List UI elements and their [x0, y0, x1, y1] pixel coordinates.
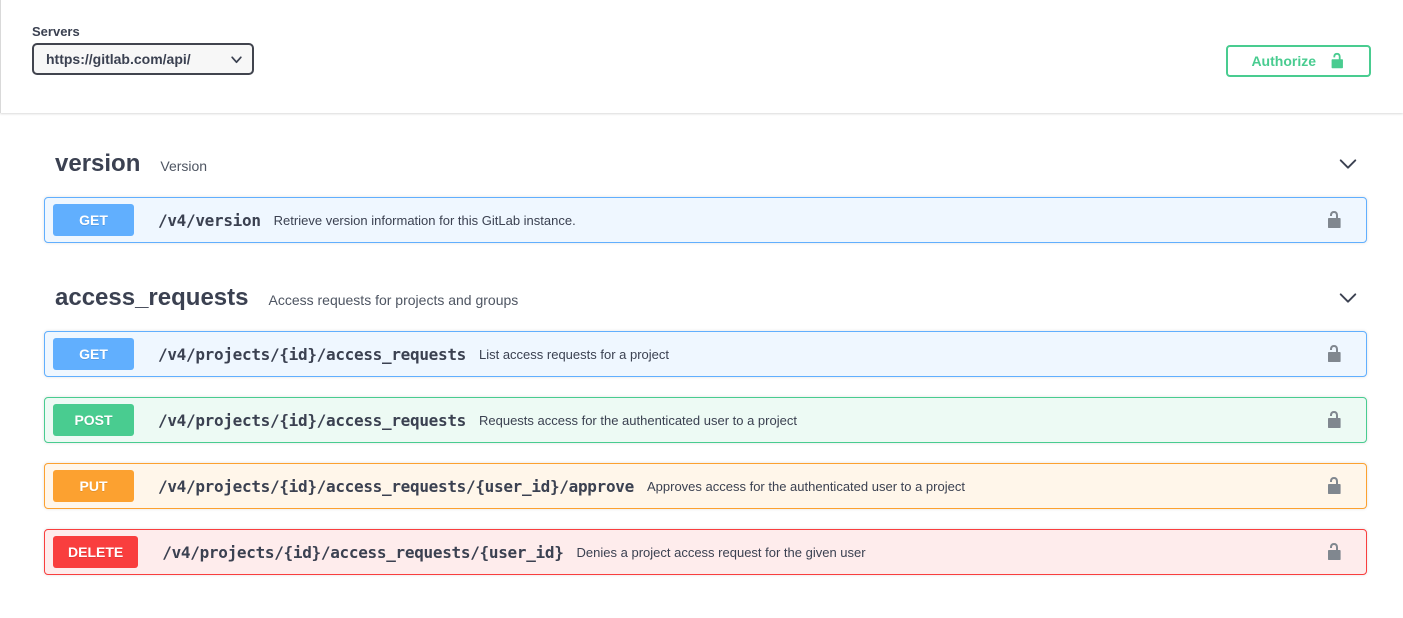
servers-block: Servers https://gitlab.com/api/ [32, 24, 254, 75]
section-expand-button[interactable] [1335, 151, 1361, 177]
operation-summary[interactable]: Requests access for the authenticated us… [479, 413, 797, 428]
operation-summary[interactable]: Approves access for the authenticated us… [647, 479, 965, 494]
servers-select-wrap: https://gitlab.com/api/ [32, 43, 254, 75]
operation-summary[interactable]: List access requests for a project [479, 347, 669, 362]
operation-row[interactable]: GET /v4/projects/{id}/access_requests Li… [44, 331, 1367, 377]
operation-auth-button[interactable] [1322, 474, 1346, 498]
operation-row[interactable]: PUT /v4/projects/{id}/access_requests/{u… [44, 463, 1367, 509]
operation-summary[interactable]: Retrieve version information for this Gi… [274, 213, 576, 228]
unlocked-padlock-icon [1328, 52, 1346, 70]
unlocked-padlock-icon [1324, 210, 1344, 230]
api-section: access_requests Access requests for proj… [44, 263, 1367, 575]
operation-row[interactable]: DELETE /v4/projects/{id}/access_requests… [44, 529, 1367, 575]
authorize-button-label: Authorize [1251, 53, 1316, 69]
section-operations: GET /v4/projects/{id}/access_requests Li… [44, 331, 1367, 575]
section-operations: GET /v4/version Retrieve version informa… [44, 197, 1367, 243]
method-badge[interactable]: POST [53, 404, 134, 436]
operation-auth-button[interactable] [1322, 342, 1346, 366]
operation-path[interactable]: /v4/projects/{id}/access_requests/{user_… [158, 477, 634, 496]
section-title: version [55, 150, 140, 178]
chevron-down-icon [1337, 287, 1359, 309]
method-badge[interactable]: GET [53, 338, 134, 370]
servers-label: Servers [32, 24, 254, 39]
operation-path[interactable]: /v4/projects/{id}/access_requests/{user_… [162, 543, 563, 562]
section-header[interactable]: access_requests Access requests for proj… [44, 263, 1367, 331]
api-section: version Version GET /v4/version Retrieve… [44, 129, 1367, 243]
operation-path[interactable]: /v4/projects/{id}/access_requests [158, 345, 466, 364]
unlocked-padlock-icon [1324, 476, 1344, 496]
chevron-down-icon [1337, 153, 1359, 175]
operation-path[interactable]: /v4/projects/{id}/access_requests [158, 411, 466, 430]
operation-row[interactable]: POST /v4/projects/{id}/access_requests R… [44, 397, 1367, 443]
operation-row[interactable]: GET /v4/version Retrieve version informa… [44, 197, 1367, 243]
authorize-button[interactable]: Authorize [1226, 45, 1371, 77]
operation-summary[interactable]: Denies a project access request for the … [577, 545, 866, 560]
section-description: Access requests for projects and groups [268, 289, 518, 308]
unlocked-padlock-icon [1324, 542, 1344, 562]
unlocked-padlock-icon [1324, 410, 1344, 430]
operation-auth-button[interactable] [1322, 208, 1346, 232]
method-badge[interactable]: GET [53, 204, 134, 236]
api-sections: version Version GET /v4/version Retrieve… [0, 113, 1403, 575]
section-title: access_requests [55, 284, 248, 312]
method-badge[interactable]: PUT [53, 470, 134, 502]
section-description: Version [160, 155, 207, 174]
operation-auth-button[interactable] [1322, 408, 1346, 432]
servers-select[interactable]: https://gitlab.com/api/ [32, 43, 254, 75]
section-expand-button[interactable] [1335, 285, 1361, 311]
method-badge[interactable]: DELETE [53, 536, 138, 568]
scheme-container: Servers https://gitlab.com/api/ Authoriz… [0, 0, 1403, 113]
unlocked-padlock-icon [1324, 344, 1344, 364]
operation-path[interactable]: /v4/version [158, 211, 261, 230]
operation-auth-button[interactable] [1322, 540, 1346, 564]
section-header[interactable]: version Version [44, 129, 1367, 197]
